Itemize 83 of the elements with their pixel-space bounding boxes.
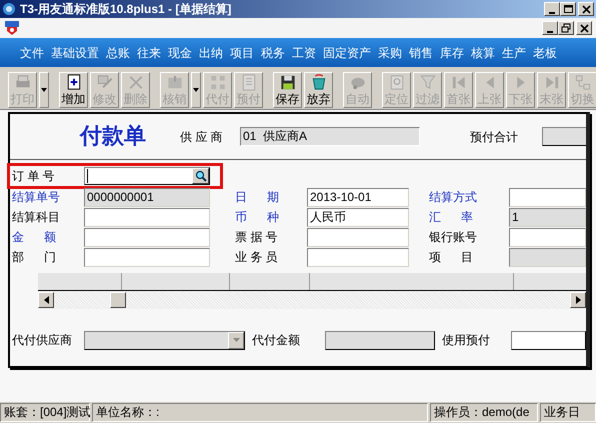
status-panel: 业务日 <box>540 403 596 422</box>
menu-item[interactable]: 基础设置 <box>51 44 99 62</box>
menu-item[interactable]: 生产 <box>502 44 526 62</box>
menu-item[interactable]: 总账 <box>106 44 130 62</box>
agent-supplier-dropdown[interactable] <box>84 330 245 350</box>
menu-item[interactable]: 库存 <box>440 44 464 62</box>
field-label: 日 期 <box>235 189 280 206</box>
close-button[interactable] <box>576 21 592 35</box>
field-label: 币 种 <box>235 209 280 226</box>
field-label: 供 应 商 <box>180 128 224 146</box>
field-label: 部 门 <box>12 249 58 266</box>
search-button[interactable] <box>192 168 209 184</box>
field-label: 预付合计 <box>470 128 519 146</box>
right-arrow-icon <box>576 296 580 304</box>
maximize-icon <box>562 3 574 15</box>
menu-item[interactable]: 现金 <box>168 44 192 62</box>
restore-button[interactable] <box>558 21 574 35</box>
input-field[interactable] <box>307 248 409 266</box>
maximize-button[interactable] <box>560 2 576 16</box>
menu-item[interactable]: 税务 <box>261 44 285 62</box>
menu-item[interactable]: 文件 <box>20 44 44 62</box>
input-field[interactable]: 人民币 <box>307 208 409 226</box>
field-label: 金 额 <box>12 229 58 246</box>
prepay-total-field[interactable] <box>542 127 586 146</box>
field-label: 银行账号 <box>429 229 478 246</box>
form-title: 付款单 <box>80 122 147 151</box>
toolbar-button[interactable]: 保存 <box>273 72 302 108</box>
menu-item[interactable]: 出纳 <box>199 44 223 62</box>
left-arrow-icon <box>44 296 48 304</box>
dropdown-arrow-button[interactable] <box>191 72 201 108</box>
minimize-icon <box>547 30 553 32</box>
scroll-thumb[interactable] <box>110 292 126 308</box>
field-label: 业 务 员 <box>235 249 279 266</box>
input-field[interactable] <box>509 188 586 206</box>
filter-icon <box>418 72 438 92</box>
field-label: 票 据 号 <box>235 229 279 246</box>
field-label: 结算科目 <box>12 209 61 226</box>
minimize-icon <box>549 12 555 14</box>
toolbar-button[interactable]: 放弃 <box>304 72 333 108</box>
input-field[interactable] <box>84 228 210 246</box>
menu-item[interactable]: 项目 <box>230 44 254 62</box>
input-field[interactable] <box>84 208 210 226</box>
status-panel: 账套：[004]测试 <box>0 403 90 422</box>
input-field[interactable] <box>509 228 586 246</box>
close-button[interactable] <box>578 2 594 16</box>
field-label: 项 目 <box>429 249 474 266</box>
minimize-button[interactable] <box>544 2 560 16</box>
input-field[interactable]: 2013-10-01 <box>307 188 409 206</box>
menu-item[interactable]: 固定资产 <box>323 44 371 62</box>
caret-icon <box>232 338 240 342</box>
input-field[interactable] <box>325 330 435 350</box>
order-number-field[interactable] <box>84 167 210 185</box>
status-panel: 操作员：demo(de <box>430 403 538 422</box>
menu-item[interactable]: 工资 <box>292 44 316 62</box>
field-label: 汇 率 <box>429 209 474 226</box>
close-icon <box>580 3 592 15</box>
caret-icon <box>193 88 199 92</box>
status-panel: 单位名称：: <box>92 403 428 422</box>
field-label: 代付金额 <box>252 332 301 349</box>
app-logo-icon <box>2 2 16 16</box>
input-field[interactable] <box>84 248 210 266</box>
menu-item[interactable]: 老板 <box>533 44 557 62</box>
field-label: 结算单号 <box>12 189 61 206</box>
dropdown-arrow-button[interactable] <box>39 72 49 108</box>
restore-icon <box>560 22 572 34</box>
minimize-button[interactable] <box>542 21 558 35</box>
field-label: 订 单 号 <box>12 168 56 185</box>
menu-item[interactable]: 销售 <box>409 44 433 62</box>
menu-item[interactable]: 往来 <box>137 44 161 62</box>
field-label: 代付供应商 <box>12 332 73 349</box>
supplier-field[interactable]: 01 供应商A <box>240 127 420 146</box>
menu-item[interactable]: 核算 <box>471 44 495 62</box>
toolbar-button[interactable]: 增加 <box>59 72 88 108</box>
menu-item[interactable]: 采购 <box>378 44 402 62</box>
horizontal-scrollbar[interactable] <box>38 291 586 309</box>
input-field[interactable] <box>511 330 586 350</box>
window-title: T3-用友通标准版10.8plus1 - [单据结算] <box>20 1 232 18</box>
field-label: 结算方式 <box>429 189 478 206</box>
search-icon <box>194 170 206 182</box>
caret-icon <box>41 88 47 92</box>
input-field[interactable] <box>307 228 409 246</box>
close-icon <box>578 22 590 34</box>
field-label: 使用预付 <box>442 332 491 349</box>
